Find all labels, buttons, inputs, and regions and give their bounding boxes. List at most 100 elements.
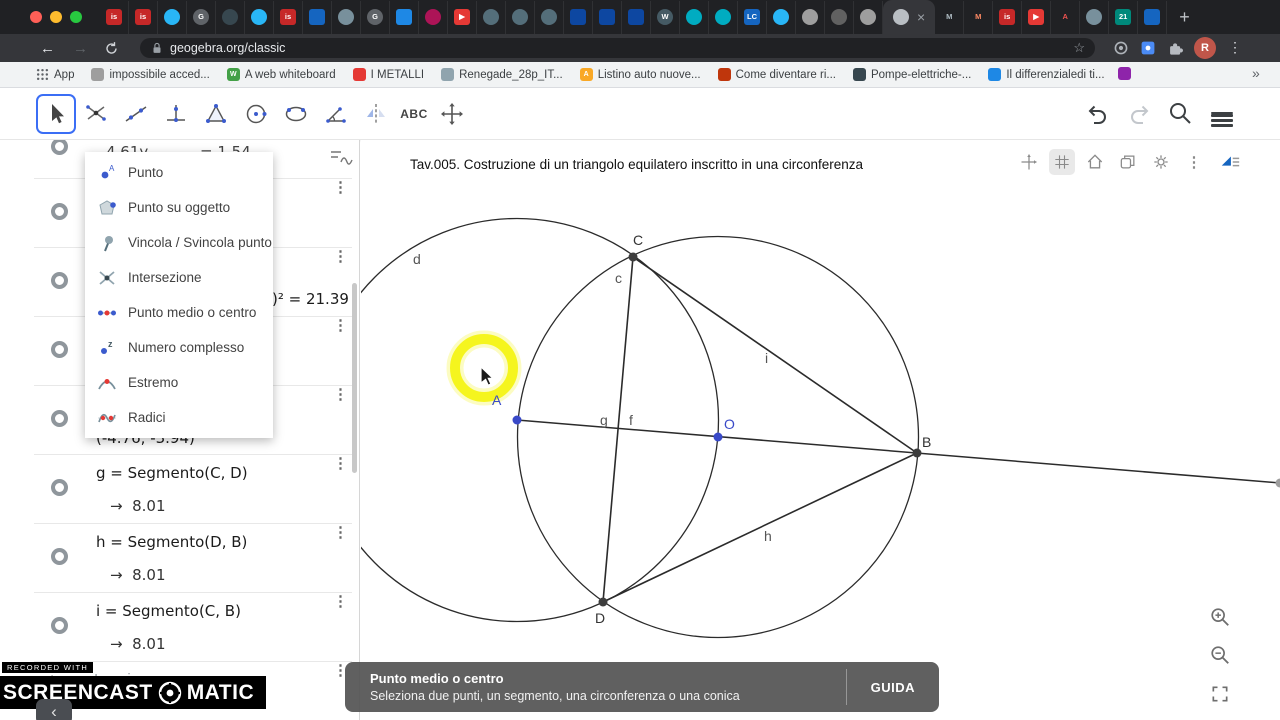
tool-point-menu[interactable]: [76, 94, 116, 134]
browser-tab[interactable]: ▶: [448, 0, 477, 34]
new-tab-button[interactable]: +: [1179, 8, 1190, 26]
browser-tab[interactable]: [1138, 0, 1168, 34]
tool-move[interactable]: [36, 94, 76, 134]
browser-tab[interactable]: [709, 0, 738, 34]
menu-item-punto-medio[interactable]: Punto medio o centro: [85, 295, 273, 330]
undo-button[interactable]: [1082, 97, 1114, 129]
construction-point[interactable]: [1275, 478, 1280, 488]
browser-tab[interactable]: ▶: [1022, 0, 1052, 34]
algebra-entry[interactable]: g = Segmento(C, D): [96, 464, 248, 482]
construction-point[interactable]: [512, 415, 522, 425]
bookmark-item[interactable]: Renegade_28p_IT...: [441, 68, 563, 81]
browser-tab[interactable]: is: [274, 0, 303, 34]
visibility-toggle[interactable]: [51, 272, 68, 289]
menu-item-vincola[interactable]: Vincola / Svincola punto: [85, 225, 273, 260]
row-menu-icon[interactable]: ⋮: [333, 593, 348, 611]
apps-shortcut[interactable]: App: [36, 68, 74, 81]
url-text[interactable]: geogebra.org/classic: [170, 41, 1073, 55]
menu-item-punto-su-oggetto[interactable]: Punto su oggetto: [85, 190, 273, 225]
bookmark-item[interactable]: impossibile acced...: [91, 68, 210, 81]
line-f[interactable]: [516, 419, 1280, 484]
bookmarks-overflow-icon[interactable]: »: [1252, 65, 1260, 81]
browser-tab[interactable]: [158, 0, 187, 34]
browser-tab[interactable]: [535, 0, 564, 34]
algebra-entry[interactable]: )² = 21.39: [272, 290, 349, 308]
tool-angle[interactable]: [316, 94, 356, 134]
menu-item-intersezione[interactable]: Intersezione: [85, 260, 273, 295]
row-menu-icon[interactable]: ⋮: [333, 248, 348, 266]
extension-icon-recorder[interactable]: [1113, 40, 1129, 56]
reload-button[interactable]: [104, 41, 119, 56]
segment-h-DB[interactable]: [602, 452, 918, 603]
browser-tab[interactable]: [564, 0, 593, 34]
visibility-toggle[interactable]: [51, 140, 68, 155]
algebra-settings-icon[interactable]: [328, 146, 354, 168]
tool-conic[interactable]: [276, 94, 316, 134]
algebra-entry[interactable]: h = Segmento(D, B): [96, 533, 247, 551]
row-menu-icon[interactable]: ⋮: [333, 386, 348, 404]
browser-tab[interactable]: [303, 0, 332, 34]
extension-icon-blue[interactable]: [1140, 40, 1156, 56]
browser-tab[interactable]: [767, 0, 796, 34]
browser-tab[interactable]: is: [129, 0, 158, 34]
traffic-light[interactable]: [30, 11, 42, 23]
segment-i-CB[interactable]: [632, 256, 918, 454]
bookmark-item[interactable]: Come diventare ri...: [717, 68, 836, 81]
traffic-light[interactable]: [70, 11, 82, 23]
traffic-light[interactable]: [50, 11, 62, 23]
browser-tab[interactable]: [1080, 0, 1110, 34]
browser-tab[interactable]: [477, 0, 506, 34]
redo-button[interactable]: [1123, 97, 1155, 129]
row-menu-icon[interactable]: ⋮: [333, 455, 348, 473]
tool-move-canvas[interactable]: [432, 94, 472, 134]
collapse-panel-button[interactable]: ‹: [36, 699, 72, 720]
browser-tab[interactable]: [825, 0, 854, 34]
browser-tab[interactable]: [622, 0, 651, 34]
profile-avatar[interactable]: R: [1194, 37, 1216, 59]
browser-tab-active[interactable]: ×: [883, 0, 936, 34]
algebra-entry[interactable]: → 8.01: [110, 566, 166, 584]
tool-reflect[interactable]: [356, 94, 396, 134]
menu-item-punto[interactable]: A Punto: [85, 155, 273, 190]
visibility-toggle[interactable]: [51, 617, 68, 634]
browser-tab[interactable]: LC: [738, 0, 767, 34]
browser-tab[interactable]: [216, 0, 245, 34]
visibility-toggle[interactable]: [51, 548, 68, 565]
construction-canvas[interactable]: [361, 140, 1280, 720]
tool-polygon[interactable]: [196, 94, 236, 134]
algebra-scrollbar[interactable]: [352, 283, 357, 473]
visibility-toggle[interactable]: [51, 341, 68, 358]
browser-tab[interactable]: M: [964, 0, 994, 34]
browser-tab[interactable]: [332, 0, 361, 34]
bookmark-item[interactable]: Il differenzialedi ti...: [988, 68, 1105, 81]
visibility-toggle[interactable]: [51, 203, 68, 220]
construction-point[interactable]: [628, 252, 638, 262]
construction-point[interactable]: [713, 432, 723, 442]
construction-point[interactable]: [912, 448, 922, 458]
browser-tab[interactable]: [680, 0, 709, 34]
tool-text[interactable]: ABC: [394, 94, 434, 134]
browser-tab[interactable]: W: [651, 0, 680, 34]
menu-item-radici[interactable]: Radici: [85, 400, 273, 435]
bookmark-item[interactable]: I METALLI: [352, 68, 424, 81]
bookmark-item[interactable]: A Listino auto nuove...: [579, 68, 701, 81]
bookmark-item[interactable]: W A web whiteboard: [226, 68, 336, 81]
browser-tab[interactable]: [854, 0, 883, 34]
browser-menu-icon[interactable]: ⋮: [1228, 39, 1242, 56]
browser-tab[interactable]: [419, 0, 448, 34]
row-menu-icon[interactable]: ⋮: [333, 179, 348, 197]
forward-button[interactable]: →: [73, 41, 88, 56]
main-menu-button[interactable]: [1206, 97, 1238, 129]
browser-tab[interactable]: is: [993, 0, 1023, 34]
browser-tab[interactable]: G: [361, 0, 390, 34]
menu-item-estremo[interactable]: Estremo: [85, 365, 273, 400]
menu-item-numero-complesso[interactable]: z Numero complesso: [85, 330, 273, 365]
browser-tab[interactable]: [245, 0, 274, 34]
tool-circle[interactable]: [236, 94, 276, 134]
visibility-toggle[interactable]: [51, 479, 68, 496]
graphics-view[interactable]: Tav.005. Costruzione di un triangolo equ…: [361, 140, 1280, 720]
algebra-entry[interactable]: i = Segmento(C, B): [96, 602, 241, 620]
help-button[interactable]: GUIDA: [845, 669, 939, 705]
row-menu-icon[interactable]: ⋮: [333, 317, 348, 335]
browser-tab[interactable]: [506, 0, 535, 34]
